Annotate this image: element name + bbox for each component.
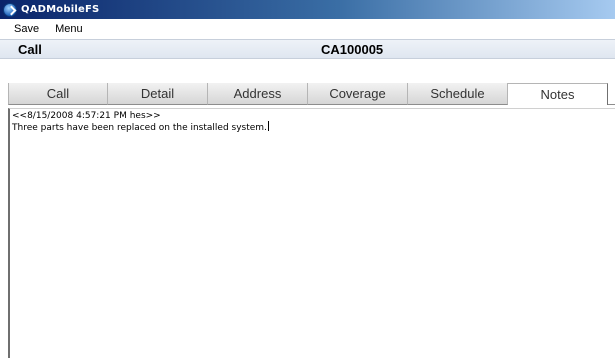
tab-strip-filler bbox=[608, 83, 615, 105]
record-id: CA100005 bbox=[321, 42, 384, 57]
window-title: QADMobileFS bbox=[21, 4, 100, 15]
menu-menu[interactable]: Menu bbox=[47, 19, 91, 39]
tab-detail[interactable]: Detail bbox=[108, 83, 208, 105]
section-title: Call bbox=[18, 42, 42, 57]
notes-textarea[interactable]: <<8/15/2008 4:57:21 PM hes>> Three parts… bbox=[8, 108, 615, 358]
note-header-line: <<8/15/2008 4:57:21 PM hes>> bbox=[12, 111, 161, 121]
app-arrow-icon bbox=[3, 2, 17, 17]
text-caret bbox=[267, 121, 269, 131]
menu-save[interactable]: Save bbox=[0, 19, 47, 39]
menu-bar: Save Menu bbox=[0, 19, 615, 39]
title-bar[interactable]: QADMobileFS bbox=[0, 0, 615, 19]
tab-coverage[interactable]: Coverage bbox=[308, 83, 408, 105]
tab-schedule[interactable]: Schedule bbox=[408, 83, 508, 105]
note-text: Three parts have been replaced on the in… bbox=[12, 123, 267, 133]
tab-strip: Call Detail Address Coverage Schedule No… bbox=[8, 83, 608, 105]
note-text-line: Three parts have been replaced on the in… bbox=[12, 121, 613, 133]
tab-call[interactable]: Call bbox=[8, 83, 108, 105]
tab-address[interactable]: Address bbox=[208, 83, 308, 105]
tab-notes[interactable]: Notes bbox=[508, 83, 608, 105]
record-header: Call CA100005 bbox=[0, 39, 615, 59]
